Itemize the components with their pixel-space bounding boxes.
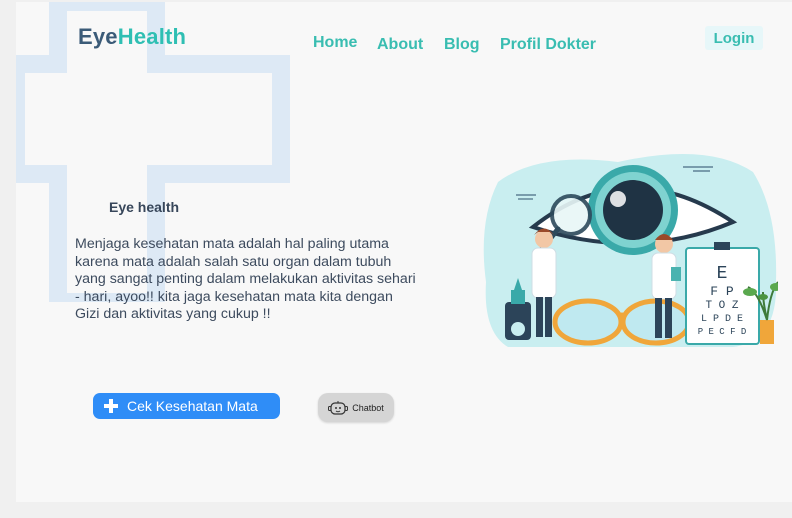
plus-icon	[104, 399, 118, 413]
logo-health-text: Health	[117, 24, 187, 49]
logo[interactable]: EyeHealth	[78, 24, 186, 50]
nav-blog[interactable]: Blog	[444, 36, 480, 54]
eye-chart-row: T O Z	[705, 300, 738, 312]
chatbot-button[interactable]: Chatbot	[318, 393, 394, 422]
cek-kesehatan-mata-label: Cek Kesehatan Mata	[127, 398, 258, 414]
logo-eye-text: Eye	[78, 24, 118, 49]
chatbot-label: Chatbot	[352, 402, 384, 413]
eye-doctors-illustration: EF PT O Z L P D E P E C F D	[483, 154, 778, 347]
nav-profil-dokter[interactable]: Profil Dokter	[500, 36, 596, 54]
eye-chart-row: P E C F D	[698, 327, 747, 337]
eye-chart-row: F P	[710, 284, 734, 299]
page: EyeHealth Home About Blog Profil Dokter …	[16, 2, 792, 502]
eye-chart-row: E	[717, 264, 728, 284]
hero-description: Menjaga kesehatan mata adalah hal paling…	[75, 236, 416, 322]
robot-icon	[328, 400, 349, 415]
cek-kesehatan-mata-button[interactable]: Cek Kesehatan Mata	[93, 393, 280, 419]
nav-about[interactable]: About	[377, 36, 423, 54]
hero-title: Eye health	[109, 199, 180, 215]
nav-home[interactable]: Home	[313, 34, 357, 52]
eye-chart-row: L P D E	[701, 314, 743, 325]
login-button[interactable]: Login	[705, 26, 763, 50]
